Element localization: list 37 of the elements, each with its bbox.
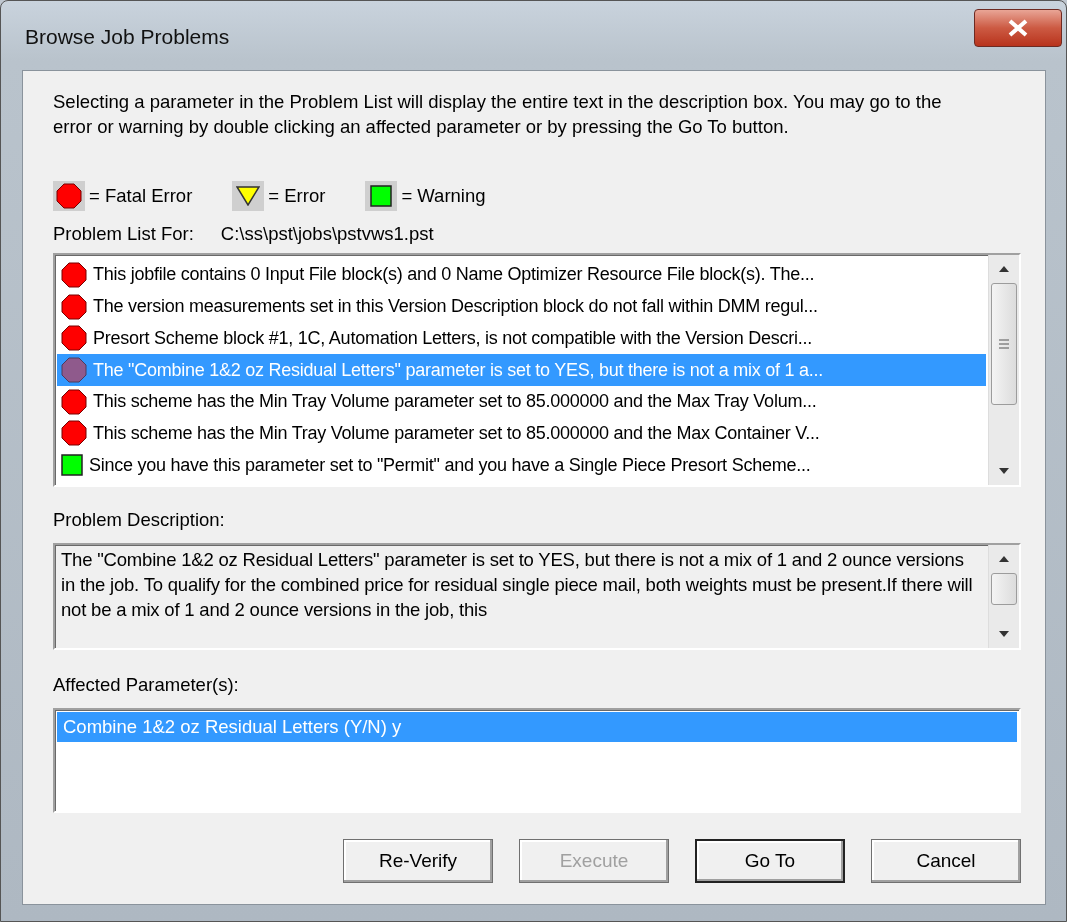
problem-item[interactable]: This scheme has the Min Tray Volume parameter set to 85.000000 and the Max Tray Volum... [57, 385, 986, 418]
stop-octagon-icon [61, 325, 87, 352]
problem-item[interactable]: This jobfile contains 0 Input File block(s) and 0 Name Optimizer Resource File block(s). The... [57, 259, 986, 291]
description-box[interactable]: The "Combine 1&2 oz Residual Letters" parameter is set to YES, but there is not a mix of 1 and 2 ounce versions in the job. To qualify for the combined price for residual single piece mail, both weights must be present.If there will not be a mix of 1 and 2 ounce versions in the job, this [53, 543, 1021, 650]
close-icon [1007, 19, 1029, 37]
scroll-down-icon[interactable] [998, 467, 1010, 475]
dialog-button[interactable]: Cancel [871, 839, 1021, 883]
window-title: Browse Job Problems [24, 24, 230, 49]
problem-item[interactable]: Since you have this parameter set to "Permit" and you have a Single Piece Presort Scheme... [57, 449, 986, 482]
affected-parameters-label: Affected Parameter(s): [53, 674, 240, 696]
close-button[interactable] [974, 9, 1062, 47]
stop-octagon-icon [61, 388, 87, 415]
scroll-thumb[interactable] [991, 573, 1017, 605]
vertical-scrollbar[interactable] [988, 545, 1019, 648]
scroll-up-icon[interactable] [998, 265, 1010, 273]
vertical-scrollbar[interactable] [988, 255, 1019, 485]
square-icon [61, 454, 83, 477]
scroll-up-icon[interactable] [998, 555, 1010, 563]
legend-label: = Warning [401, 185, 486, 207]
stop-octagon-icon [61, 357, 87, 383]
stop-octagon-icon [61, 293, 87, 320]
dialog-button[interactable]: Re-Verify [343, 839, 493, 883]
instructions-text: Selecting a parameter in the Problem List will display the entire text in the description box. You may go to the error or warning by double clicking an affected parameter or by pressing the Go To button. [53, 90, 943, 139]
legend-label: = Fatal Error [89, 185, 193, 207]
legend-label: = Error [268, 185, 326, 207]
problem-list-label: Problem List For: [53, 223, 194, 245]
problem-item[interactable]: Presort Scheme block #1, 1C, Automation Letters, is not compatible with the Version Descri... [57, 322, 986, 355]
stop-octagon-icon [61, 261, 87, 288]
description-label: Problem Description: [53, 509, 226, 531]
scroll-thumb[interactable] [991, 283, 1017, 405]
dialog-button[interactable]: Go To [695, 839, 845, 883]
scroll-down-icon[interactable] [998, 630, 1010, 638]
job-file-path: C:\ss\pst\jobs\pstvws1.pst [220, 223, 434, 245]
problem-item[interactable]: The version measurements set in this Version Description block do not fall within DMM regul... [57, 290, 986, 323]
grip-icon [998, 339, 1010, 349]
stop-octagon-icon [61, 420, 87, 447]
problem-item[interactable]: This scheme has the Min Tray Volume parameter set to 85.000000 and the Max Container V... [57, 417, 986, 450]
